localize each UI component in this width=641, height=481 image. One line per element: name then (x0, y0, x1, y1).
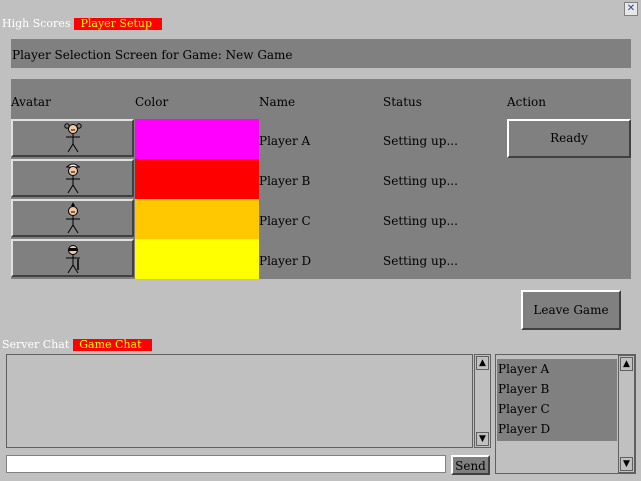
player-name: Player B (259, 174, 311, 188)
color-swatch[interactable] (135, 239, 259, 279)
player-status: Setting up... (383, 174, 458, 188)
avatar-button[interactable] (11, 239, 134, 277)
chat-tab-bar: Server Chat Game Chat (0, 339, 152, 351)
list-item[interactable]: Player B (497, 379, 617, 399)
player-status: Setting up... (383, 254, 458, 268)
color-swatch[interactable] (135, 119, 259, 159)
column-header-status: Status (383, 95, 422, 109)
player-list-items: Player A Player B Player C Player D (497, 359, 617, 441)
top-tab-bar: High Scores Player Setup (0, 18, 163, 30)
column-header-action: Action (507, 95, 546, 109)
scroll-up-button[interactable]: ▲ (620, 357, 633, 371)
screen-title: Player Selection Screen for Game: New Ga… (11, 39, 631, 68)
player-name: Player A (259, 134, 311, 148)
send-button[interactable]: Send (451, 455, 490, 475)
color-swatch[interactable] (135, 199, 259, 239)
color-swatch[interactable] (135, 159, 259, 199)
player-name: Player D (259, 254, 312, 268)
arrow-up-icon: ▲ (623, 359, 630, 369)
player-status: Setting up... (383, 134, 458, 148)
ready-button[interactable]: Ready (507, 119, 631, 158)
close-button[interactable]: ✕ (624, 2, 638, 16)
column-header-avatar: Avatar (11, 95, 51, 109)
column-header-color: Color (135, 95, 169, 109)
player-list-scrollbar[interactable]: ▲ ▼ (618, 355, 635, 473)
list-item[interactable]: Player A (497, 359, 617, 379)
avatar-button[interactable] (11, 199, 134, 237)
player-name: Player C (259, 214, 311, 228)
scroll-down-button[interactable]: ▼ (620, 457, 633, 471)
leave-game-button[interactable]: Leave Game (521, 290, 621, 330)
chat-input[interactable] (6, 455, 446, 473)
tab-player-setup[interactable]: Player Setup (74, 18, 163, 30)
arrow-down-icon: ▼ (479, 434, 486, 444)
tab-server-chat[interactable]: Server Chat (0, 339, 73, 351)
stick-figure-cap-icon (65, 163, 80, 194)
stick-figure-topknot-icon (65, 202, 80, 234)
stick-figure-ninja-icon (65, 245, 80, 274)
tab-high-scores[interactable]: High Scores (0, 18, 74, 30)
close-icon: ✕ (626, 3, 636, 14)
scroll-up-button[interactable]: ▲ (476, 356, 489, 370)
list-item[interactable]: Player C (497, 399, 617, 419)
column-header-name: Name (259, 95, 296, 109)
avatar-button[interactable] (11, 159, 134, 197)
player-status: Setting up... (383, 214, 458, 228)
scroll-down-button[interactable]: ▼ (476, 432, 489, 446)
arrow-up-icon: ▲ (479, 358, 486, 368)
stick-figure-pigtails-icon (63, 123, 82, 153)
tab-game-chat[interactable]: Game Chat (73, 339, 152, 351)
chat-log[interactable] (6, 354, 473, 448)
arrow-down-icon: ▼ (623, 459, 630, 469)
chat-scrollbar[interactable]: ▲ ▼ (474, 354, 491, 448)
player-list: Player A Player B Player C Player D ▲ ▼ (495, 354, 636, 474)
player-grid: Avatar Color Name Status Action Player A… (11, 79, 631, 279)
avatar-button[interactable] (11, 119, 134, 157)
list-item[interactable]: Player D (497, 419, 617, 439)
